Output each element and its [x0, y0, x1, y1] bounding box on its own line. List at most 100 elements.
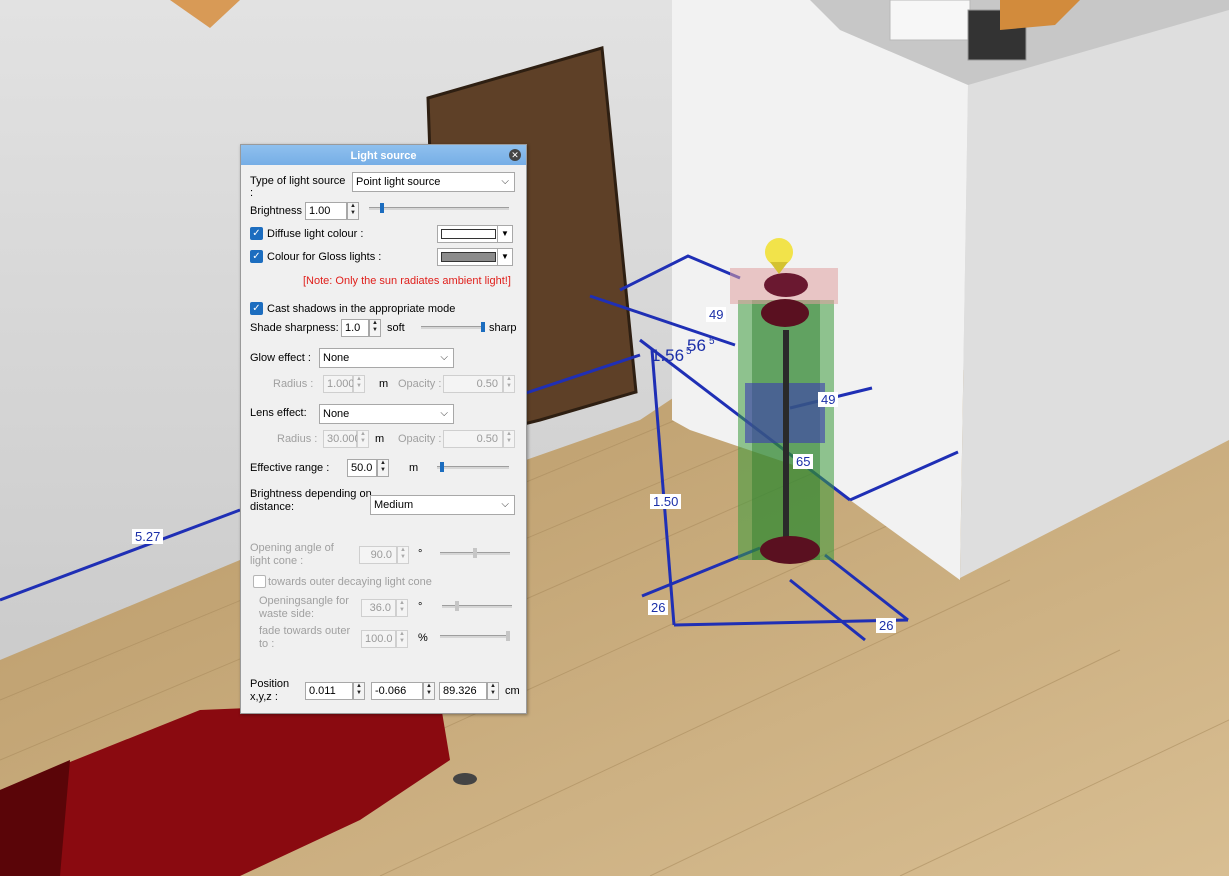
dimension-label-26-left: 26	[648, 600, 669, 615]
gloss-colour-checkbox[interactable]: ✓	[250, 250, 263, 263]
opening-angle-label: Opening angle of light cone :	[250, 542, 334, 567]
position-unit: cm	[505, 685, 520, 697]
dimension-label-5-27: 5.27	[132, 529, 164, 544]
position-y-input[interactable]: -0.066	[371, 682, 423, 700]
opening-angle-stepper[interactable]: ▲ ▼	[397, 546, 409, 564]
shade-sharpness-label: Shade sharpness:	[250, 322, 339, 334]
glow-opacity-stepper[interactable]: ▲ ▼	[503, 375, 515, 393]
lens-effect-select[interactable]: None ⌵	[319, 404, 454, 424]
fade-slider-track[interactable]	[440, 635, 510, 638]
lens-opacity-stepper[interactable]: ▲ ▼	[503, 430, 515, 448]
position-y-stepper[interactable]: ▲ ▼	[423, 682, 435, 700]
waste-angle-label: Openingsangle for waste side:	[259, 595, 349, 620]
lens-opacity-label: Opacity :	[398, 433, 442, 445]
cast-shadows-checkbox[interactable]: ✓	[250, 302, 263, 315]
effective-range-unit: m	[409, 462, 419, 474]
3d-viewport[interactable]	[0, 0, 1229, 876]
waste-angle-slider-track[interactable]	[442, 605, 512, 608]
opening-angle-unit: °	[418, 548, 423, 560]
effective-range-stepper[interactable]: ▲ ▼	[377, 459, 389, 477]
diffuse-colour-picker[interactable]: ▼	[437, 225, 513, 243]
sharp-label: sharp	[489, 322, 517, 334]
dimension-label-49-top: 49	[706, 307, 727, 322]
effective-range-slider-track[interactable]	[437, 466, 509, 469]
soft-label: soft	[387, 322, 405, 334]
brightness-slider-track[interactable]	[369, 207, 509, 210]
chevron-down-icon: ⌵	[440, 408, 448, 419]
opening-angle-slider-thumb[interactable]	[473, 548, 477, 558]
gloss-colour-label: Colour for Gloss lights :	[267, 251, 382, 263]
chevron-down-icon: ⌵	[440, 352, 448, 363]
waste-angle-unit: °	[418, 601, 423, 613]
glow-radius-unit: m	[379, 378, 389, 390]
kitchen-cabinet	[889, 0, 971, 41]
position-x-stepper[interactable]: ▲ ▼	[353, 682, 365, 700]
effective-range-input[interactable]: 50.0	[347, 459, 377, 477]
fade-label: fade towards outer to :	[259, 625, 351, 650]
position-z-input[interactable]: 89.326	[439, 682, 487, 700]
lens-effect-label: Lens effect:	[250, 407, 307, 419]
glow-effect-select[interactable]: None ⌵	[319, 348, 454, 368]
dimension-label-5a: 5	[686, 346, 692, 357]
outer-decay-checkbox[interactable]	[253, 575, 266, 588]
dimension-label-5b: 5	[709, 336, 715, 347]
type-select[interactable]: Point light source ⌵	[352, 172, 515, 192]
shade-sharpness-slider-track[interactable]	[421, 326, 485, 329]
fade-input[interactable]: 100.0	[361, 630, 396, 648]
glow-radius-stepper[interactable]: ▲ ▼	[353, 375, 365, 393]
dimension-label-49-right: 49	[818, 392, 839, 407]
fade-slider-thumb[interactable]	[506, 631, 510, 641]
close-icon[interactable]: ✕	[509, 149, 521, 161]
brightness-distance-label: Brightness depending on distance:	[250, 488, 372, 513]
dropdown-arrow-icon: ▼	[497, 249, 512, 265]
shade-sharpness-input[interactable]: 1.0	[341, 319, 369, 337]
gloss-colour-picker[interactable]: ▼	[437, 248, 513, 266]
fade-unit: %	[418, 632, 428, 644]
glow-radius-input[interactable]: 1.000	[323, 375, 355, 393]
waste-angle-input[interactable]: 36.0	[361, 599, 396, 617]
dimension-label-26-right: 26	[876, 618, 897, 633]
ambient-light-note: [Note: Only the sun radiates ambient lig…	[303, 275, 511, 287]
diffuse-colour-checkbox[interactable]: ✓	[250, 227, 263, 240]
brightness-distance-value: Medium	[374, 499, 414, 511]
shade-sharpness-slider-thumb[interactable]	[481, 322, 485, 332]
brightness-input[interactable]: 1.00	[305, 202, 347, 220]
light-source-dialog: Light source ✕ Type of light source : Po…	[240, 144, 527, 714]
opening-angle-input[interactable]: 90.0	[359, 546, 397, 564]
glow-effect-label: Glow effect :	[250, 352, 311, 364]
type-select-value: Point light source	[356, 176, 441, 188]
shade-sharpness-stepper[interactable]: ▲ ▼	[369, 319, 381, 337]
waste-angle-stepper[interactable]: ▲ ▼	[396, 599, 408, 617]
outer-decay-label: towards outer decaying light cone	[268, 576, 432, 588]
brightness-stepper[interactable]: ▲ ▼	[347, 202, 359, 220]
cast-shadows-label: Cast shadows in the appropriate mode	[267, 303, 456, 315]
lens-radius-stepper[interactable]: ▲ ▼	[357, 430, 369, 448]
dropdown-arrow-icon: ▼	[497, 226, 512, 242]
position-label: Position x,y,z :	[250, 678, 290, 703]
dimension-label-1-56: 1.56	[651, 346, 685, 365]
chevron-down-icon: ⌵	[501, 176, 509, 187]
lens-opacity-input[interactable]: 0.50	[443, 430, 503, 448]
glow-radius-label: Radius :	[273, 378, 314, 390]
waste-angle-slider-thumb[interactable]	[455, 601, 460, 611]
glow-effect-value: None	[323, 352, 350, 364]
dialog-title[interactable]: Light source	[241, 145, 526, 165]
gloss-colour-swatch	[441, 252, 496, 262]
fade-stepper[interactable]: ▲ ▼	[396, 630, 408, 648]
lens-radius-input[interactable]: 30.000	[323, 430, 361, 448]
lens-effect-value: None	[323, 408, 350, 420]
position-z-stepper[interactable]: ▲ ▼	[487, 682, 499, 700]
type-label: Type of light source :	[250, 175, 346, 199]
glow-opacity-input[interactable]: 0.50	[443, 375, 503, 393]
effective-range-slider-thumb[interactable]	[440, 462, 445, 472]
position-x-input[interactable]: 0.011	[305, 682, 353, 700]
brightness-distance-select[interactable]: Medium ⌵	[370, 495, 515, 515]
glow-opacity-label: Opacity :	[398, 378, 442, 390]
brightness-label: Brightness :	[250, 205, 309, 217]
dimension-label-65: 65	[793, 454, 814, 469]
lens-radius-unit: m	[375, 433, 385, 445]
dimension-label-1-50: 1.50	[650, 494, 682, 509]
brightness-slider-thumb[interactable]	[379, 203, 384, 213]
lens-radius-label: Radius :	[277, 433, 318, 445]
diffuse-colour-label: Diffuse light colour :	[267, 228, 364, 240]
